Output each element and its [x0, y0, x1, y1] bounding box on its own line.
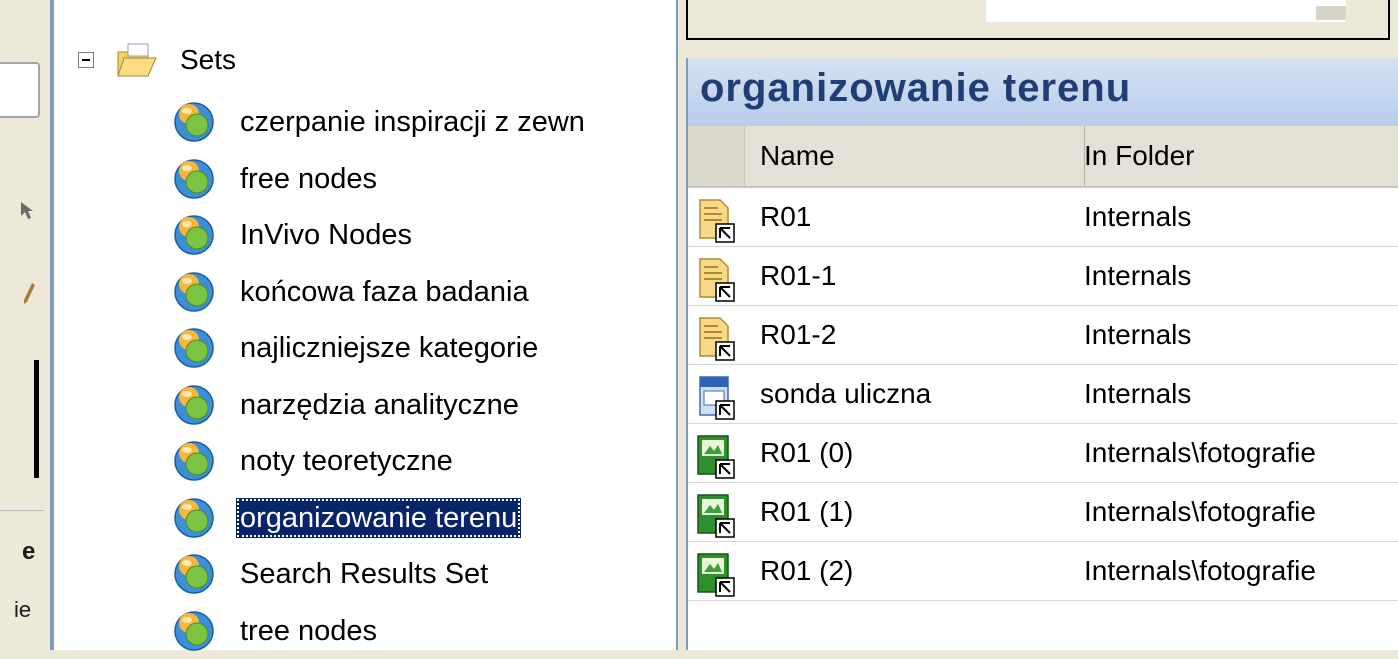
tree-item-label: najliczniejsze kategorie	[240, 332, 539, 364]
row-name: R01-1	[760, 260, 837, 291]
items-grid: Name In Folder R01 Internals R01-1 Interna…	[688, 126, 1398, 601]
open-folder-icon	[117, 43, 157, 77]
table-row[interactable]: R01 Internals	[688, 188, 1398, 247]
tree-item-label: noty teoretyczne	[240, 445, 453, 477]
name-column-header[interactable]: Name	[746, 126, 1085, 186]
tree-item[interactable]: Search Results Set	[172, 546, 492, 602]
row-name: R01 (0)	[760, 437, 854, 468]
node-set-icon	[172, 157, 216, 201]
icon-column-header[interactable]	[688, 126, 745, 186]
row-name: sonda uliczna	[760, 378, 932, 409]
brush-icon[interactable]	[22, 282, 36, 306]
tree-top-band	[54, 0, 676, 18]
tree-item-label: InVivo Nodes	[240, 219, 412, 251]
top-button[interactable]	[1316, 6, 1346, 20]
grid-header: Name In Folder	[688, 126, 1398, 188]
tree-item[interactable]: czerpanie inspiracji z zewn	[172, 94, 589, 150]
list-view-panel: organizowanie terenu Name In Folder R01 I…	[678, 0, 1398, 650]
document-shortcut-icon	[692, 198, 738, 244]
node-set-icon	[172, 496, 216, 540]
tree-item-label: tree nodes	[240, 614, 378, 647]
tree-item[interactable]: najliczniejsze kategorie	[172, 320, 542, 376]
tree-item-label: narzędzia analityczne	[240, 388, 519, 421]
strip-text-2: ie	[14, 597, 32, 622]
strip-scrollbar[interactable]	[34, 360, 39, 478]
picture-shortcut-icon	[692, 493, 738, 539]
table-row[interactable]: sonda uliczna Internals	[688, 365, 1398, 424]
left-toolbar-strip: e ie	[0, 0, 54, 650]
collapse-toggle[interactable]	[78, 52, 94, 68]
sets-tree-panel: Sets czerpanie inspiracji z zewn free no…	[54, 0, 678, 651]
picture-shortcut-icon	[692, 434, 738, 480]
tree-item-label: organizowanie terenu	[236, 497, 522, 538]
picture-shortcut-icon	[692, 552, 738, 598]
node-set-icon	[172, 609, 216, 653]
tree-item[interactable]: organizowanie terenu	[172, 490, 522, 546]
row-folder: Internals\fotografie	[1084, 437, 1316, 468]
table-row[interactable]: R01-1 Internals	[688, 247, 1398, 306]
node-set-icon	[172, 552, 216, 596]
tree-item-label: czerpanie inspiracji z zewn	[240, 106, 585, 138]
row-folder: Internals\fotografie	[1084, 555, 1316, 586]
strip-divider	[0, 510, 44, 511]
tree-item-label: Search Results Set	[240, 558, 489, 590]
document-shortcut-icon	[692, 257, 738, 303]
tree-item[interactable]: końcowa faza badania	[172, 264, 533, 320]
view-title-band: organizowanie terenu	[688, 58, 1398, 127]
strip-text-1: e	[22, 538, 36, 565]
row-folder: Internals	[1084, 201, 1192, 232]
node-set-icon	[172, 439, 216, 483]
media-shortcut-icon	[692, 375, 738, 421]
row-name: R01	[760, 201, 812, 232]
row-folder: Internals	[1084, 319, 1192, 350]
top-input[interactable]	[986, 0, 1346, 22]
node-set-icon	[172, 383, 216, 427]
row-name: R01 (2)	[760, 555, 854, 586]
row-folder: Internals\fotografie	[1084, 496, 1316, 527]
tree-item[interactable]: InVivo Nodes	[172, 207, 416, 263]
strip-input-box[interactable]	[0, 62, 40, 118]
arrow-icon[interactable]	[18, 200, 36, 222]
tree-item-label: free nodes	[240, 162, 378, 195]
list-content: organizowanie terenu Name In Folder R01 I…	[686, 58, 1398, 650]
node-set-icon	[172, 100, 216, 144]
tree-item[interactable]: noty teoretyczne	[172, 433, 457, 489]
row-folder: Internals	[1084, 260, 1192, 291]
document-shortcut-icon	[692, 316, 738, 362]
node-set-icon	[172, 213, 216, 257]
tree-item-label: końcowa faza badania	[240, 275, 529, 308]
tree-item[interactable]: free nodes	[172, 151, 381, 207]
table-row[interactable]: R01 (2) Internals\fotografie	[688, 542, 1398, 601]
tree-item[interactable]: narzędzia analityczne	[172, 377, 523, 433]
view-title: organizowanie terenu	[700, 66, 1132, 110]
table-row[interactable]: R01-2 Internals	[688, 306, 1398, 365]
node-set-icon	[172, 270, 216, 314]
tree-item[interactable]: tree nodes	[172, 603, 381, 659]
table-row[interactable]: R01 (1) Internals\fotografie	[688, 483, 1398, 542]
table-row[interactable]: R01 (0) Internals\fotografie	[688, 424, 1398, 483]
tree-root-label[interactable]: Sets	[180, 40, 236, 80]
top-frame	[686, 0, 1390, 40]
folder-column-header[interactable]: In Folder	[1072, 126, 1195, 186]
row-folder: Internals	[1084, 378, 1192, 409]
row-name: R01 (1)	[760, 496, 854, 527]
node-set-icon	[172, 326, 216, 370]
row-name: R01-2	[760, 319, 837, 350]
